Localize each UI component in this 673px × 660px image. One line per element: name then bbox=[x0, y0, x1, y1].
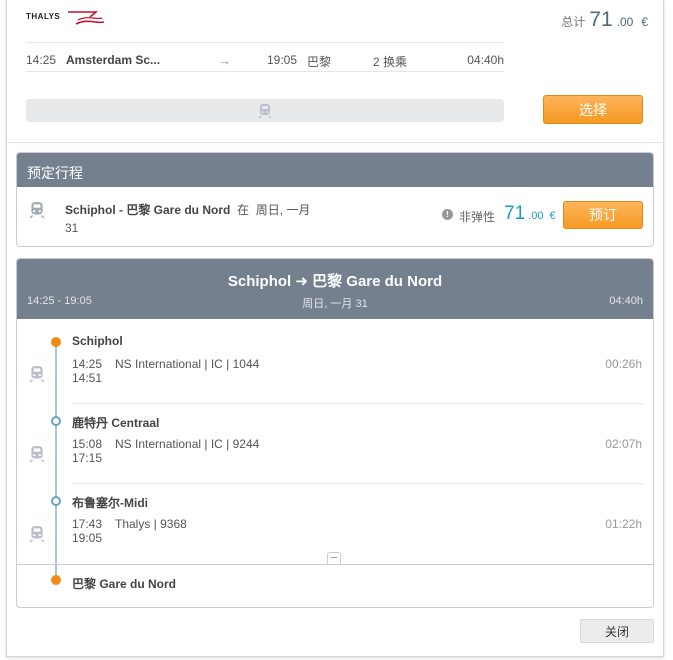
booking-route: Schiphol - 巴黎 Gare du Nord 在 周日, 一月 31 bbox=[65, 201, 325, 237]
itinerary-destination: 巴黎 Gare du Nord bbox=[312, 273, 443, 290]
fare-type: 非弹性 bbox=[459, 210, 496, 224]
leg-duration: 01:22h bbox=[605, 517, 642, 531]
booking-on-label: 在 bbox=[237, 203, 250, 217]
thalys-logo: THALYS bbox=[26, 8, 106, 30]
train-icon bbox=[29, 366, 45, 383]
leg-operator: NS International | IC | 1044 bbox=[115, 357, 260, 371]
arrow-right-icon: ➜ bbox=[295, 273, 308, 290]
origin-stop-dot bbox=[51, 337, 61, 347]
itinerary-timeline bbox=[55, 341, 57, 581]
total-amount-dec: .00 bbox=[616, 15, 634, 29]
summary-destination: 巴黎 bbox=[307, 55, 332, 69]
itinerary-date: 周日, 一月 31 bbox=[302, 298, 368, 310]
stop-name: Schiphol bbox=[72, 334, 123, 348]
arrow-right-icon: → bbox=[218, 53, 231, 68]
booking-route-name: Schiphol - 巴黎 Gare du Nord bbox=[65, 203, 231, 217]
book-button[interactable]: 预订 bbox=[563, 201, 643, 229]
leg-departure: 14:25 bbox=[72, 357, 103, 371]
stop-name: 巴黎 Gare du Nord bbox=[72, 577, 177, 591]
total-label: 总计 bbox=[561, 15, 586, 29]
booking-panel-title: 预定行程 bbox=[17, 153, 653, 187]
booking-price-dec: .00 bbox=[528, 210, 544, 222]
leg-arrival: 17:15 bbox=[72, 451, 103, 465]
leg-divider bbox=[72, 483, 643, 484]
collapse-toggle[interactable] bbox=[327, 552, 341, 564]
leg-times: 14:25 14:51 NS International | IC | 1044 bbox=[72, 357, 259, 385]
info-icon[interactable]: ! bbox=[442, 209, 453, 220]
itinerary-panel: Schiphol ➜ 巴黎 Gare du Nord 14:25 - 19:05… bbox=[16, 258, 654, 608]
total-currency: € bbox=[641, 15, 648, 29]
destination-stop-dot bbox=[51, 575, 61, 585]
booking-date-day: 31 bbox=[65, 221, 79, 235]
total-amount-int: 71 bbox=[589, 8, 613, 31]
leg-divider bbox=[72, 403, 643, 404]
select-button[interactable]: 选择 bbox=[543, 95, 643, 124]
summary-changes: 2 换乘 bbox=[373, 55, 408, 69]
stop-name: 鹿特丹 Centraal bbox=[72, 416, 160, 430]
summary-duration: 04:40h bbox=[467, 53, 504, 67]
train-icon bbox=[29, 202, 45, 219]
leg-duration: 02:07h bbox=[605, 437, 642, 451]
leg-operator: NS International | IC | 9244 bbox=[115, 437, 260, 451]
leg-duration: 00:26h bbox=[605, 357, 642, 371]
section-divider bbox=[6, 142, 664, 143]
summary-top-divider bbox=[26, 42, 504, 43]
booking-date: 周日, 一月 bbox=[255, 203, 311, 217]
train-icon bbox=[29, 526, 45, 543]
booking-price-currency: € bbox=[549, 210, 556, 222]
close-button[interactable]: 关闭 bbox=[580, 619, 654, 643]
stop-name: 布鲁塞尔-Midi bbox=[72, 496, 148, 510]
summary-departure: 14:25 bbox=[26, 53, 57, 67]
leg-arrival: 14:51 bbox=[72, 371, 103, 385]
leg-arrival: 19:05 bbox=[72, 531, 103, 545]
train-icon bbox=[29, 446, 45, 463]
itinerary-origin: Schiphol bbox=[227, 273, 292, 290]
booking-price-int: 71 bbox=[504, 203, 526, 224]
itinerary-header: Schiphol ➜ 巴黎 Gare du Nord 14:25 - 19:05… bbox=[17, 259, 653, 319]
leg-departure: 17:43 bbox=[72, 517, 103, 531]
total-price: 总计 71.00 € bbox=[561, 8, 648, 32]
brand-name: THALYS bbox=[26, 12, 61, 21]
leg-departure: 15:08 bbox=[72, 437, 103, 451]
summary-origin: Amsterdam Sc... bbox=[66, 53, 161, 67]
leg-times: 15:08 17:15 NS International | IC | 9244 bbox=[72, 437, 259, 465]
train-icon bbox=[258, 103, 272, 118]
train-segment-bar[interactable] bbox=[26, 99, 504, 122]
final-stop-divider bbox=[17, 564, 653, 565]
leg-operator: Thalys | 9368 bbox=[115, 517, 187, 531]
booking-price: 71.00 € bbox=[504, 203, 556, 225]
journey-summary: 14:25 Amsterdam Sc... → 19:05 巴黎 2 换乘 04… bbox=[26, 53, 504, 69]
transfer-stop-dot bbox=[51, 496, 61, 506]
transfer-stop-dot bbox=[51, 416, 61, 426]
itinerary-title: Schiphol ➜ 巴黎 Gare du Nord bbox=[17, 270, 653, 291]
booking-panel: 预定行程 Schiphol - 巴黎 Gare du Nord 在 周日, 一月… bbox=[16, 152, 654, 247]
itinerary-duration: 04:40h bbox=[609, 295, 643, 307]
thalys-swoosh-icon bbox=[68, 11, 105, 25]
summary-bottom-divider bbox=[26, 71, 504, 72]
summary-arrival: 19:05 bbox=[267, 53, 298, 67]
leg-times: 17:43 19:05 Thalys | 9368 bbox=[72, 517, 187, 545]
